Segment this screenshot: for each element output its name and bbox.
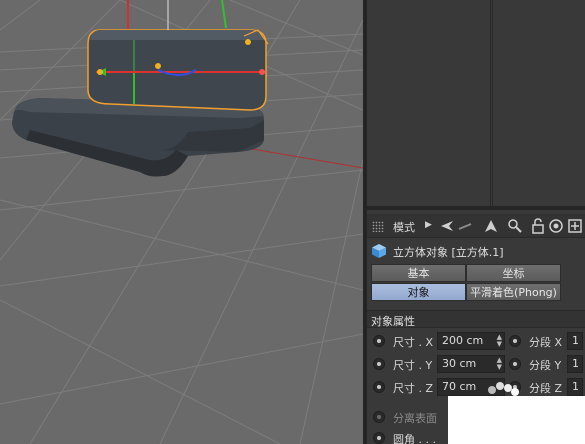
cursor-overlay [448,396,585,444]
size-z-value: 70 cm [442,380,477,393]
world-green-marker [221,0,227,29]
grip-icon[interactable] [372,221,384,232]
seg-x-input[interactable]: 1 [567,332,583,350]
object-manager-panel [367,0,585,210]
size-x-input[interactable]: 200 cm ▲ ▼ [437,332,505,350]
forward-arrow-icon[interactable] [457,218,473,234]
separate-surfaces-anim-toggle[interactable] [373,411,385,423]
gizmo-point-top-right [245,39,251,45]
backrest-cushion [87,29,267,111]
fillet-anim-toggle[interactable] [373,432,385,444]
size-y-label: 尺寸 . Y [393,359,433,372]
object-properties-header: 对象属性 [367,310,585,328]
size-x-anim-toggle[interactable] [373,335,385,347]
lock-icon[interactable] [530,218,546,234]
stepper-icon[interactable]: ▲ ▼ [497,357,502,371]
attribute-toolbar: 模式 ▶ [367,214,585,238]
tab-phong[interactable]: 平滑着色(Phong) [466,283,561,301]
object-title-text: 立方体对象 [立方体.1] [393,246,504,259]
tab-coordinates[interactable]: 坐标 [466,264,561,282]
object-list-column [367,0,491,206]
size-y-anim-toggle[interactable] [373,358,385,370]
gizmo-point-right [259,69,265,75]
section-title: 对象属性 [371,315,415,328]
size-z-anim-toggle[interactable] [373,381,385,393]
mode-menu[interactable]: 模式 [393,219,415,235]
separate-surfaces-label: 分离表面 [393,412,437,425]
fillet-label: 圆角 . . . [393,433,436,444]
seg-z-label: 分段 Z [529,382,563,395]
seg-y-anim-toggle[interactable] [509,358,521,370]
target-icon[interactable] [548,218,564,234]
seg-y-input[interactable]: 1 [567,355,583,373]
stepper-icon[interactable]: ▲ ▼ [497,334,502,348]
size-y-row: 尺寸 . Y 30 cm ▲ ▼ 分段 Y 1 [367,355,585,375]
gizmo-point-center [155,63,161,69]
viewport[interactable] [0,0,363,444]
size-z-label: 尺寸 . Z [393,382,434,395]
search-icon[interactable] [507,218,523,234]
viewport-scene [0,0,363,444]
size-z-row: 尺寸 . Z 70 cm 分段 Z 1 [367,378,585,398]
size-y-value: 30 cm [442,357,477,370]
seg-z-input[interactable]: 1 [567,378,583,396]
cube-icon [372,244,386,258]
gizmo-point-left [97,69,103,75]
size-x-row: 尺寸 . X 200 cm ▲ ▼ 分段 X 1 [367,332,585,352]
up-arrow-icon[interactable] [483,218,499,234]
size-y-input[interactable]: 30 cm ▲ ▼ [437,355,505,373]
seg-y-label: 分段 Y [529,359,562,372]
size-x-value: 200 cm [442,334,484,347]
cursor-paws-icon [488,382,519,396]
seat-base [12,98,264,177]
new-panel-icon[interactable] [567,218,583,234]
mode-arrow-icon[interactable]: ▶ [425,220,432,230]
back-arrow-icon[interactable] [439,218,455,234]
seg-x-anim-toggle[interactable] [509,335,521,347]
tab-object[interactable]: 对象 [371,283,466,301]
tab-basic[interactable]: 基本 [371,264,466,282]
size-x-label: 尺寸 . X [393,336,434,349]
object-list-divider [492,0,493,206]
seg-x-label: 分段 X [529,336,563,349]
